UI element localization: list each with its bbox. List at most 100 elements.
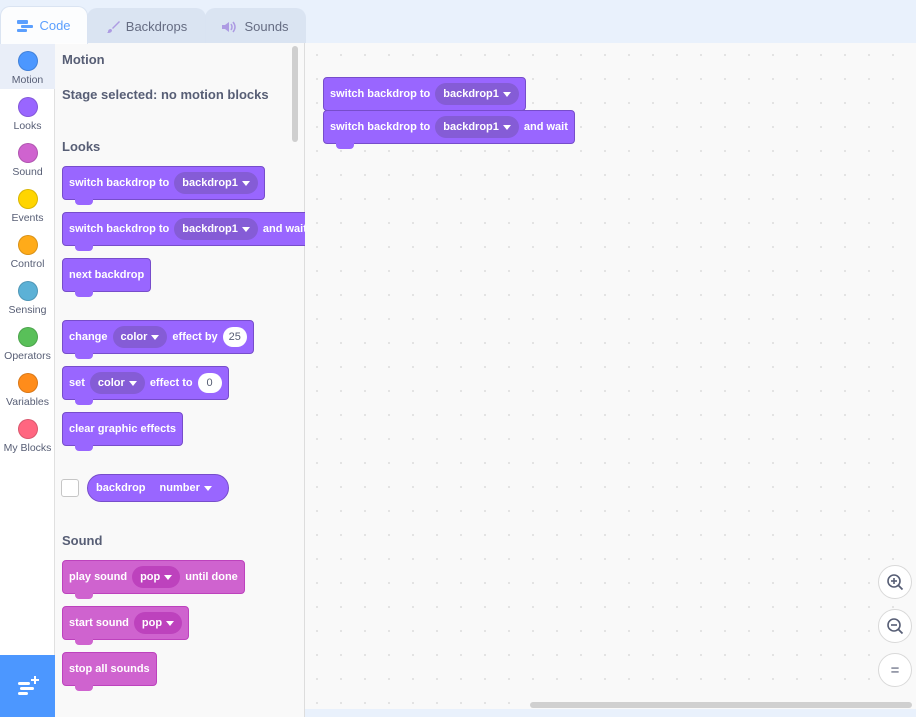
block-text: clear graphic effects — [69, 423, 176, 435]
tab-backdrops[interactable]: Backdrops — [87, 8, 206, 44]
caret-down-icon — [241, 226, 250, 232]
category-looks[interactable]: Looks — [0, 89, 55, 135]
block-text: switch backdrop to — [69, 177, 170, 189]
zoom-out-icon — [887, 618, 904, 635]
caret-down-icon — [164, 574, 173, 580]
section-title-motion: Motion — [62, 52, 105, 67]
category-label: Motion — [11, 74, 44, 86]
backdrop-monitor-checkbox[interactable] — [61, 479, 79, 497]
block-text: next backdrop — [69, 269, 145, 281]
dropdown-value: color — [97, 377, 125, 389]
block-text: play sound — [69, 571, 128, 583]
category-events[interactable]: Events — [0, 181, 55, 227]
zoom-out-button[interactable] — [878, 609, 912, 643]
dropdown-value: color — [120, 331, 148, 343]
workspace-block-switch-backdrop-wait[interactable]: switch backdrop to backdrop1 and wait — [323, 110, 575, 149]
caret-down-icon — [128, 380, 137, 386]
dropdown-value: pop — [140, 571, 161, 583]
dropdown-value: backdrop1 — [443, 121, 499, 133]
motion-note: Stage selected: no motion blocks — [62, 87, 269, 102]
block-text: and wait — [262, 223, 307, 235]
backdrop-dropdown[interactable]: backdrop1 — [435, 83, 519, 105]
effect-amount-input[interactable]: 25 — [222, 327, 247, 347]
section-title-sound: Sound — [62, 533, 103, 548]
zoom-reset-button[interactable]: = — [878, 653, 912, 687]
block-text: switch backdrop to — [330, 121, 431, 133]
block-text: switch backdrop to — [330, 88, 431, 100]
category-operators[interactable]: Operators — [0, 319, 55, 365]
block-text: until done — [185, 571, 238, 583]
dropdown-value: backdrop1 — [443, 88, 499, 100]
category-label: Control — [10, 258, 45, 270]
category-my-blocks[interactable]: My Blocks — [0, 411, 55, 457]
effect-dropdown[interactable]: color — [112, 326, 168, 348]
code-icon — [17, 19, 34, 32]
looks-dot-icon — [17, 97, 38, 117]
category-variables[interactable]: Variables — [0, 365, 55, 411]
block-set-effect[interactable]: set color effect to 0 — [62, 366, 229, 405]
control-dot-icon — [17, 235, 38, 255]
block-text: backdrop — [96, 482, 146, 494]
block-text: change — [69, 331, 108, 343]
block-clear-effects[interactable]: clear graphic effects — [62, 412, 183, 451]
category-sound[interactable]: Sound — [0, 135, 55, 181]
sound-dropdown[interactable]: pop — [132, 566, 181, 588]
block-change-effect[interactable]: change color effect by 25 — [62, 320, 254, 359]
block-play-sound-until-done[interactable]: play sound pop until done — [62, 560, 245, 599]
block-text: and wait — [523, 121, 568, 133]
dropdown-value: backdrop1 — [182, 177, 238, 189]
zoom-in-icon — [887, 574, 904, 591]
variables-dot-icon — [17, 373, 38, 393]
block-text: start sound — [69, 617, 129, 629]
category-label: Looks — [13, 120, 42, 132]
speaker-icon — [222, 21, 237, 32]
category-motion[interactable]: Motion — [0, 43, 55, 89]
category-control[interactable]: Control — [0, 227, 55, 273]
add-extension-button[interactable] — [0, 655, 55, 717]
workspace-horizontal-scrollbar[interactable] — [530, 702, 912, 708]
editor-tabs: Code Backdrops Sounds — [0, 0, 916, 44]
workspace-block-switch-backdrop[interactable]: switch backdrop to backdrop1 — [323, 77, 526, 116]
category-label: My Blocks — [3, 442, 52, 454]
backdrop-dropdown[interactable]: backdrop1 — [174, 218, 258, 240]
caret-down-icon — [502, 124, 511, 130]
block-text: effect by — [172, 331, 218, 343]
sensing-dot-icon — [17, 281, 38, 301]
tab-code[interactable]: Code — [0, 6, 88, 44]
category-label: Operators — [4, 350, 51, 362]
backdrop-dropdown[interactable]: backdrop1 — [435, 116, 519, 138]
block-text: set — [69, 377, 85, 389]
backdrop-dropdown[interactable]: backdrop1 — [174, 172, 258, 194]
tab-sounds[interactable]: Sounds — [205, 8, 306, 44]
tab-sounds-label: Sounds — [244, 19, 289, 34]
zoom-reset-label: = — [890, 661, 900, 679]
reporter-backdrop[interactable]: backdrop number — [87, 474, 229, 502]
caret-down-icon — [151, 334, 160, 340]
block-text: effect to — [149, 377, 193, 389]
category-label: Sensing — [8, 304, 47, 316]
sound-dropdown[interactable]: pop — [133, 612, 183, 634]
caret-down-icon — [241, 180, 250, 186]
section-title-looks: Looks — [62, 139, 101, 154]
tab-backdrops-label: Backdrops — [125, 19, 188, 34]
caret-down-icon — [166, 620, 175, 626]
block-text: stop all sounds — [69, 663, 150, 675]
operators-dot-icon — [17, 327, 38, 347]
block-stop-all-sounds[interactable]: stop all sounds — [62, 652, 157, 691]
events-dot-icon — [17, 189, 38, 209]
block-start-sound[interactable]: start sound pop — [62, 606, 190, 645]
category-menu: Motion Looks Sound Events Control Sensin… — [0, 43, 55, 655]
block-next-backdrop[interactable]: next backdrop — [62, 258, 152, 297]
tab-code-label: Code — [39, 18, 71, 33]
palette-scrollbar[interactable] — [292, 46, 298, 142]
effect-dropdown[interactable]: color — [89, 372, 145, 394]
caret-down-icon — [502, 91, 511, 97]
backdrop-attr-dropdown[interactable]: number — [152, 477, 220, 499]
block-switch-backdrop-wait[interactable]: switch backdrop to backdrop1 and wait — [62, 212, 314, 251]
effect-value-input[interactable]: 0 — [197, 373, 222, 393]
zoom-in-button[interactable] — [878, 565, 912, 599]
category-sensing[interactable]: Sensing — [0, 273, 55, 319]
block-switch-backdrop[interactable]: switch backdrop to backdrop1 — [62, 166, 265, 205]
my-blocks-dot-icon — [17, 419, 38, 439]
motion-dot-icon — [17, 51, 38, 71]
